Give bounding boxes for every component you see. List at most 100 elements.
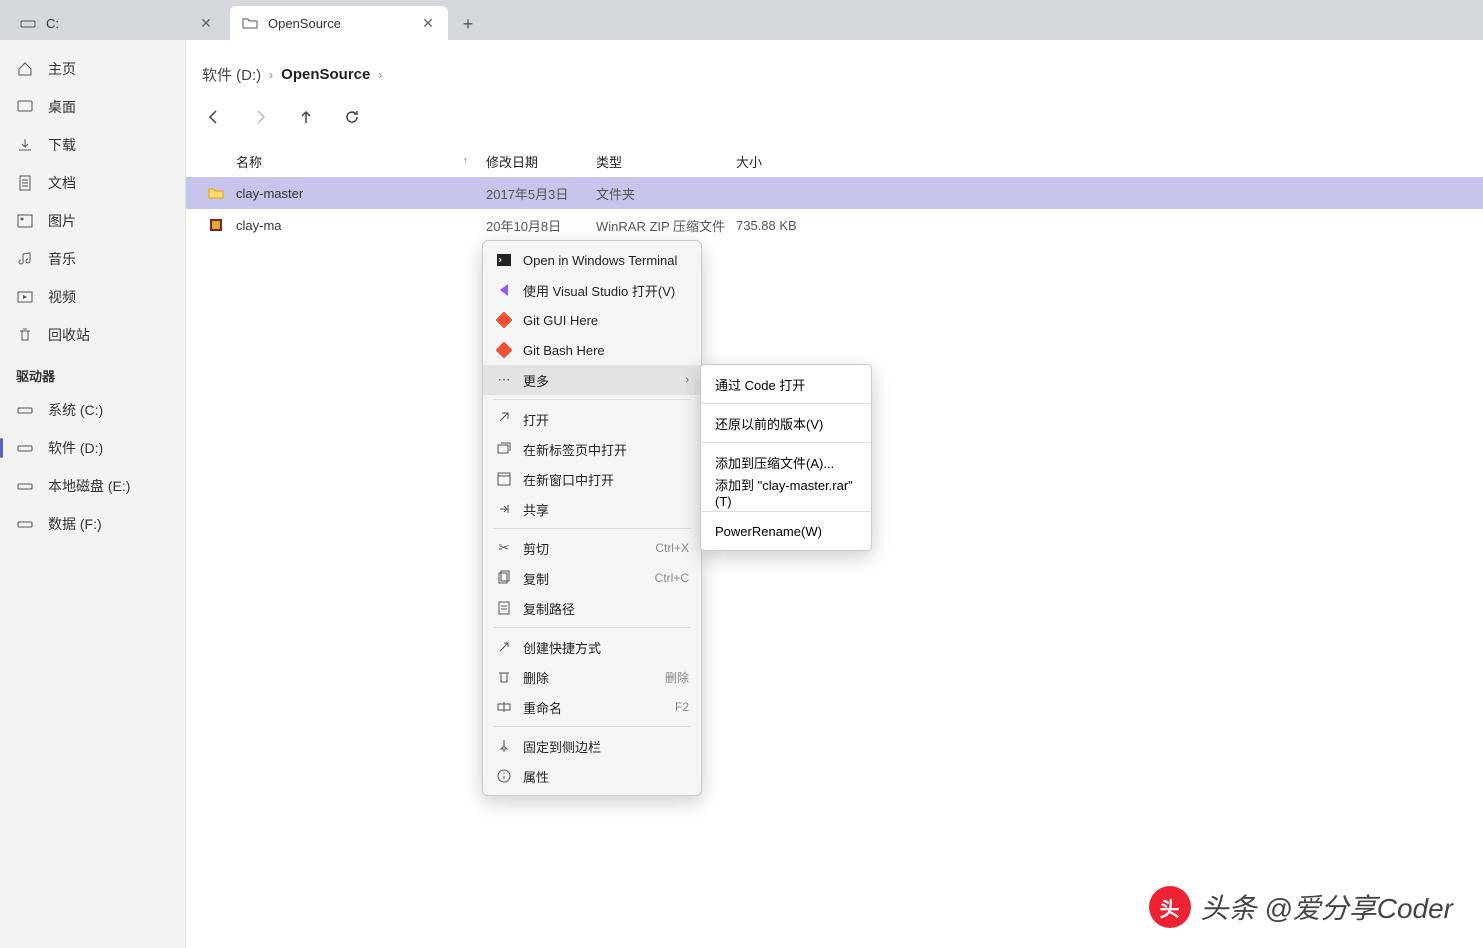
file-size: 735.88 KB (736, 218, 836, 233)
column-headers: 名称↑ 修改日期 类型 大小 (186, 145, 1483, 177)
ctx-open-vs[interactable]: 使用 Visual Studio 打开(V) (483, 275, 701, 305)
forward-button[interactable] (246, 103, 274, 131)
sidebar-item-home[interactable]: 主页 (0, 50, 185, 88)
close-icon[interactable]: ✕ (198, 15, 214, 31)
sidebar-item-downloads[interactable]: 下载 (0, 126, 185, 164)
copy-icon (495, 569, 513, 587)
share-icon (495, 500, 513, 518)
col-name[interactable]: 名称↑ (236, 152, 486, 171)
sidebar-label: 文档 (48, 173, 76, 193)
col-size[interactable]: 大小 (736, 152, 836, 171)
ctx-properties[interactable]: 属性 (483, 761, 701, 791)
sidebar-item-documents[interactable]: 文档 (0, 164, 185, 202)
ctx-git-gui[interactable]: Git GUI Here (483, 305, 701, 335)
sub-add-rar[interactable]: 添加到 "clay-master.rar"(T) (701, 477, 871, 507)
sidebar-label: 系统 (C:) (48, 400, 103, 420)
file-modified: 2017年5月3日 (486, 184, 596, 203)
ctx-share[interactable]: 共享 (483, 494, 701, 524)
trash-icon (16, 326, 34, 344)
ctx-more[interactable]: ⋯更多› (483, 365, 701, 395)
sub-open-code[interactable]: 通过 Code 打开 (701, 369, 871, 399)
sidebar-item-music[interactable]: 音乐 (0, 240, 185, 278)
ctx-cut[interactable]: ✂剪切Ctrl+X (483, 533, 701, 563)
file-name: clay-ma (236, 218, 486, 233)
home-icon (16, 60, 34, 78)
sidebar-label: 音乐 (48, 249, 76, 269)
ctx-delete[interactable]: 删除删除 (483, 662, 701, 692)
pin-icon (495, 737, 513, 755)
breadcrumb: 软件 (D:) › OpenSource › (186, 40, 1483, 97)
file-row[interactable]: clay-ma 20年10月8日 WinRAR ZIP 压缩文件 735.88 … (186, 209, 1483, 241)
breadcrumb-seg-current[interactable]: OpenSource (279, 64, 372, 85)
ctx-rename[interactable]: 重命名F2 (483, 692, 701, 722)
file-modified: 20年10月8日 (486, 216, 596, 235)
ctx-open[interactable]: 打开 (483, 404, 701, 434)
tab-opensource[interactable]: OpenSource ✕ (230, 6, 448, 40)
sidebar-item-pictures[interactable]: 图片 (0, 202, 185, 240)
file-name: clay-master (236, 186, 486, 201)
sidebar-label: 数据 (F:) (48, 514, 102, 534)
sidebar-label: 视频 (48, 287, 76, 307)
separator (493, 399, 691, 400)
drives-header: 驱动器 (0, 354, 185, 391)
sidebar-drive-e[interactable]: 本地磁盘 (E:) (0, 467, 185, 505)
back-button[interactable] (200, 103, 228, 131)
file-row[interactable]: clay-master 2017年5月3日 文件夹 (186, 177, 1483, 209)
ctx-open-newtab[interactable]: 在新标签页中打开 (483, 434, 701, 464)
sidebar-item-recycle[interactable]: 回收站 (0, 316, 185, 354)
close-icon[interactable]: ✕ (420, 15, 436, 31)
refresh-button[interactable] (338, 103, 366, 131)
chevron-right-icon: › (269, 68, 273, 82)
sidebar-label: 回收站 (48, 325, 90, 345)
sub-powerrename[interactable]: PowerRename(W) (701, 516, 871, 546)
drive-icon (16, 401, 34, 419)
sidebar-item-desktop[interactable]: 桌面 (0, 88, 185, 126)
new-tab-button[interactable]: + (452, 8, 484, 40)
drive-icon (16, 515, 34, 533)
terminal-icon (495, 251, 513, 269)
separator (493, 726, 691, 727)
copypath-icon (495, 599, 513, 617)
col-type[interactable]: 类型 (596, 152, 736, 171)
ctx-open-terminal[interactable]: Open in Windows Terminal (483, 245, 701, 275)
document-icon (16, 174, 34, 192)
picture-icon (16, 212, 34, 230)
breadcrumb-seg[interactable]: 软件 (D:) (200, 62, 263, 87)
sidebar-item-videos[interactable]: 视频 (0, 278, 185, 316)
chevron-right-icon: › (685, 374, 689, 386)
sidebar-drive-d[interactable]: 软件 (D:) (0, 429, 185, 467)
separator (701, 403, 871, 404)
more-icon: ⋯ (495, 371, 513, 389)
ctx-shortcut[interactable]: 创建快捷方式 (483, 632, 701, 662)
drive-icon (16, 477, 34, 495)
col-modified[interactable]: 修改日期 (486, 152, 596, 171)
ctx-copypath[interactable]: 复制路径 (483, 593, 701, 623)
ctx-copy[interactable]: 复制Ctrl+C (483, 563, 701, 593)
separator (701, 511, 871, 512)
nav-toolbar (186, 97, 1483, 145)
file-type: 文件夹 (596, 184, 736, 203)
tab-label: C: (46, 16, 198, 31)
sidebar-label: 软件 (D:) (48, 438, 103, 458)
folder-icon (242, 15, 258, 31)
sidebar-drive-c[interactable]: 系统 (C:) (0, 391, 185, 429)
shortcut-icon (495, 638, 513, 656)
vs-icon (495, 281, 513, 299)
sidebar-drive-f[interactable]: 数据 (F:) (0, 505, 185, 543)
tab-c-drive[interactable]: C: ✕ (8, 6, 226, 40)
separator (493, 627, 691, 628)
ctx-pin[interactable]: 固定到侧边栏 (483, 731, 701, 761)
sub-restore-version[interactable]: 还原以前的版本(V) (701, 408, 871, 438)
video-icon (16, 288, 34, 306)
context-menu: Open in Windows Terminal 使用 Visual Studi… (482, 240, 702, 796)
folder-icon (196, 185, 236, 201)
ctx-open-newwin[interactable]: 在新窗口中打开 (483, 464, 701, 494)
ctx-git-bash[interactable]: Git Bash Here (483, 335, 701, 365)
sub-add-archive[interactable]: 添加到压缩文件(A)... (701, 447, 871, 477)
newtab-icon (495, 440, 513, 458)
sidebar-label: 主页 (48, 59, 76, 79)
sidebar-label: 桌面 (48, 97, 76, 117)
up-button[interactable] (292, 103, 320, 131)
sidebar-label: 下载 (48, 135, 76, 155)
drive-icon (20, 15, 36, 31)
